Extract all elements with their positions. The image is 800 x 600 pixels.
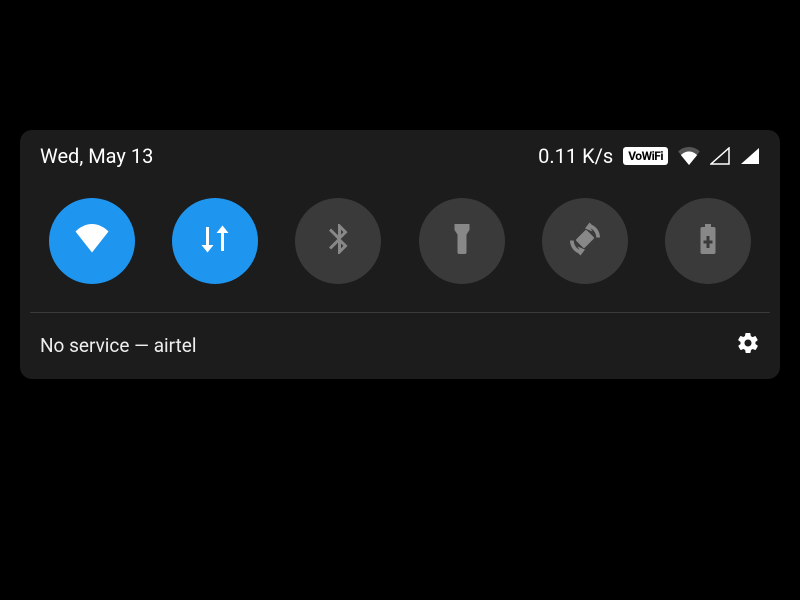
signal-sim1-icon <box>710 147 730 165</box>
notification-panel: Wed, May 13 0.11 K/s VoWiFi <box>20 130 780 379</box>
data-arrows-icon <box>197 221 233 261</box>
auto-rotate-toggle[interactable] <box>542 198 628 284</box>
carrier-text: No service — airtel <box>40 334 196 357</box>
gear-icon <box>736 340 760 359</box>
wifi-status-icon <box>678 147 700 165</box>
signal-sim2-icon <box>740 147 760 165</box>
battery-saver-toggle[interactable] <box>665 198 751 284</box>
wifi-icon <box>74 221 110 261</box>
network-speed: 0.11 K/s <box>538 144 613 168</box>
settings-button[interactable] <box>736 331 760 359</box>
status-bar: Wed, May 13 0.11 K/s VoWiFi <box>20 130 780 178</box>
vowifi-badge: VoWiFi <box>623 147 668 165</box>
status-indicators: 0.11 K/s VoWiFi <box>538 144 760 168</box>
quick-settings-row <box>20 178 780 312</box>
battery-icon <box>690 221 726 261</box>
bluetooth-icon <box>320 221 356 261</box>
rotate-icon <box>567 221 603 261</box>
date-text[interactable]: Wed, May 13 <box>40 144 153 168</box>
mobile-data-toggle[interactable] <box>172 198 258 284</box>
bluetooth-toggle[interactable] <box>295 198 381 284</box>
flashlight-toggle[interactable] <box>419 198 505 284</box>
flashlight-icon <box>444 221 480 261</box>
wifi-toggle[interactable] <box>49 198 135 284</box>
panel-footer: No service — airtel <box>20 313 780 379</box>
